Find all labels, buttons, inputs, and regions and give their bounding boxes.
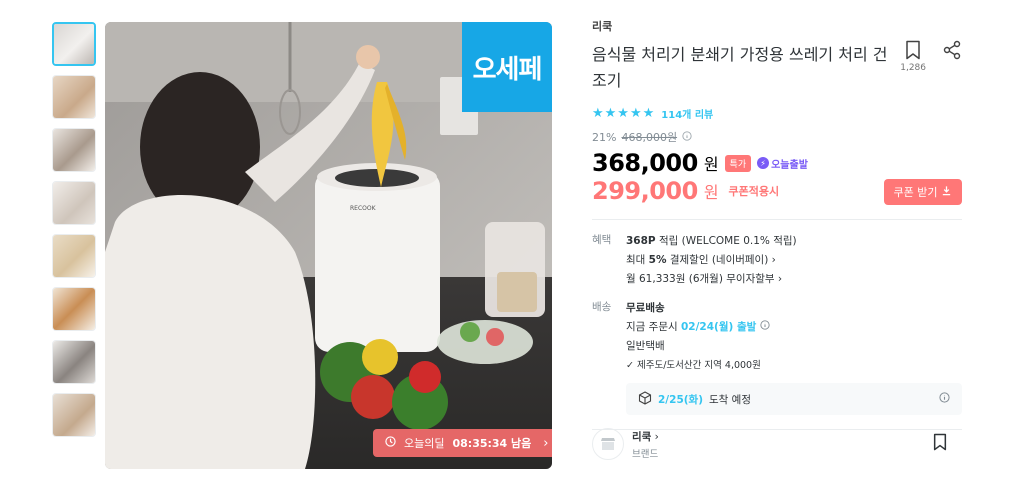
today-ship-tag: ⚡ 오늘출발 — [757, 156, 808, 171]
bookmark-button[interactable]: 1,286 — [900, 40, 926, 73]
benefit-label: 혜택 — [592, 234, 612, 246]
installment-text: 월 61,333원 (6개월) 무이자할부 — [626, 273, 775, 285]
extra-fee-line: ✓ 제주도/도서산간 지역 4,000원 — [626, 356, 962, 375]
original-price: 468,000원 — [621, 131, 678, 144]
coupon-label: 쿠폰적용시 — [728, 185, 780, 198]
store-bookmark-button[interactable] — [932, 433, 948, 455]
store-name-line[interactable]: 리쿡 › — [632, 429, 659, 444]
special-tag: 특가 — [724, 154, 752, 172]
price-currency: 원 — [703, 155, 719, 174]
shipping-method: 일반택배 — [626, 340, 665, 352]
order-date: 02/24(월) 출발 — [680, 321, 757, 333]
coupon-price-row: 299,000 원 쿠폰적용시 쿠폰 받기 — [592, 177, 962, 205]
card-discount-text: 결제할인 (네이버페이) — [669, 254, 769, 266]
info-icon[interactable] — [682, 130, 692, 144]
main-product-image[interactable]: RECOOK 오세페 오늘의딜 08:35:34 남음 › — [105, 22, 552, 469]
points-amount: 368P — [626, 235, 656, 247]
arrival-box: 2/25(화) 도착 예정 — [626, 383, 962, 415]
store-type: 브랜드 — [632, 448, 659, 460]
points-line: 368P 적립 (WELCOME 0.1% 적립) — [626, 232, 962, 251]
info-icon[interactable] — [939, 392, 950, 406]
chevron-right-icon: › — [654, 430, 659, 443]
installment-line[interactable]: 월 61,333원 (6개월) 무이자할부 › — [626, 270, 962, 289]
card-discount-rate: 5% — [648, 254, 667, 266]
arrival-text: 도착 예정 — [709, 393, 751, 406]
free-shipping: 무료배송 — [626, 302, 665, 314]
check-icon: ✓ — [626, 360, 634, 371]
product-title: 음식물 처리기 분쇄기 가정용 쓰레기 처리 건조기 — [592, 45, 888, 90]
thumbnail-2[interactable] — [52, 75, 96, 119]
discount-rate: 21% — [592, 130, 617, 144]
rating-row[interactable]: ★★★★★ 114개 리뷰 — [592, 106, 962, 121]
points-text: 적립 (WELCOME 0.1% 적립) — [658, 235, 797, 247]
arrival-date: 2/25(화) — [658, 393, 704, 406]
svg-text:RECOOK: RECOOK — [350, 205, 377, 212]
thumbnail-5[interactable] — [52, 234, 96, 278]
bookmark-count: 1,286 — [900, 63, 926, 73]
extra-fee-text: 제주도/도서산간 지역 4,000원 — [637, 360, 761, 371]
shipping-section: 배송 무료배송 지금 주문시 02/24(월) 출발 일반택배 ✓ 제주도/도서… — [592, 299, 962, 415]
thumbnail-4[interactable] — [52, 181, 96, 225]
store-avatar[interactable] — [592, 428, 624, 460]
box-icon — [638, 390, 652, 408]
store-row: 리쿡 › 브랜드 — [592, 428, 962, 460]
today-ship-label: 오늘출발 — [771, 159, 808, 171]
thumbnail-3[interactable] — [52, 128, 96, 172]
deal-label: 오늘의딜 — [404, 437, 445, 450]
title-actions: 1,286 — [900, 40, 962, 73]
rating-stars: ★★★★★ — [592, 106, 656, 121]
clock-icon — [385, 436, 396, 450]
sale-price: 368,000 — [592, 149, 698, 177]
coupon-button-label: 쿠폰 받기 — [893, 186, 938, 199]
today-deal-pill[interactable]: 오늘의딜 08:35:34 남음 › — [373, 429, 552, 457]
chevron-right-icon: › — [543, 435, 549, 451]
divider — [592, 219, 962, 220]
thumbnail-list — [52, 22, 98, 446]
coupon-price: 299,000 — [592, 177, 698, 205]
review-count[interactable]: 114개 리뷰 — [661, 106, 713, 121]
card-discount-pre: 최대 — [626, 254, 646, 266]
get-coupon-button[interactable]: 쿠폰 받기 — [884, 179, 962, 205]
bookmark-icon — [904, 40, 922, 63]
brand-name[interactable]: 리쿡 — [592, 18, 962, 34]
bookmark-icon — [932, 433, 948, 455]
price-row: 368,000 원 특가 ⚡ 오늘출발 — [592, 149, 962, 177]
shipping-label: 배송 — [592, 301, 612, 313]
thumbnail-1[interactable] — [52, 22, 96, 66]
discount-row: 21% 468,000원 — [592, 129, 962, 145]
product-info: 리쿡 음식물 처리기 분쇄기 가정용 쓰레기 처리 건조기 1,286 ★★★★… — [592, 18, 962, 430]
lightning-icon: ⚡ — [757, 157, 770, 169]
store-name: 리쿡 — [632, 430, 652, 443]
coupon-currency: 원 — [703, 183, 719, 202]
chevron-right-icon: › — [771, 254, 776, 266]
thumbnail-8[interactable] — [52, 393, 96, 437]
thumbnail-6[interactable] — [52, 287, 96, 331]
download-icon — [941, 185, 952, 199]
chevron-right-icon: › — [777, 273, 783, 285]
share-button[interactable] — [942, 40, 962, 73]
card-discount-line[interactable]: 최대 5% 결제할인 (네이버페이) › — [626, 251, 962, 270]
deal-timer: 08:35:34 남음 — [452, 437, 532, 450]
thumbnail-7[interactable] — [52, 340, 96, 384]
order-pre: 지금 주문시 — [626, 321, 678, 333]
order-line: 지금 주문시 02/24(월) 출발 — [626, 318, 962, 337]
share-icon — [942, 40, 962, 63]
info-icon[interactable] — [760, 320, 770, 333]
promo-badge: 오세페 — [462, 22, 552, 112]
benefit-section: 혜택 368P 적립 (WELCOME 0.1% 적립) 최대 5% 결제할인 … — [592, 232, 962, 289]
